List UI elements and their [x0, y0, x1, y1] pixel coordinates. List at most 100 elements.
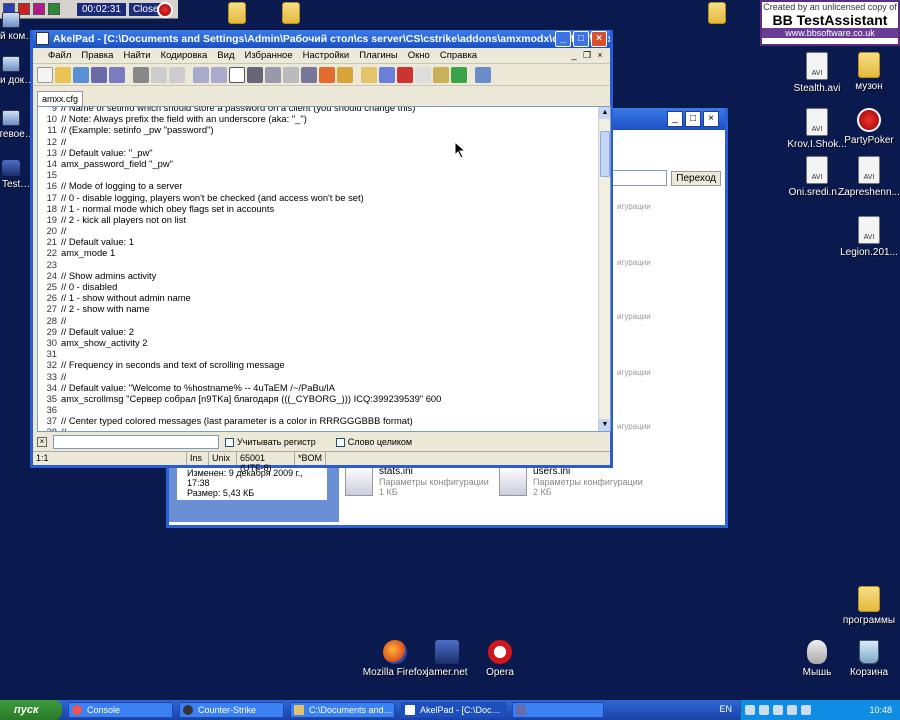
task-akelpad[interactable]: AkelPad - [C:\Docum... — [401, 702, 506, 718]
desktop-icon-legion[interactable]: Legion.201... — [830, 216, 900, 258]
scroll-thumb[interactable] — [600, 131, 610, 177]
menu-plugins[interactable]: Плагины — [354, 50, 403, 61]
line-text: // (Example: setinfo _pw "password") — [61, 124, 214, 136]
task-unnamed[interactable] — [512, 702, 604, 718]
desktop-top-icon-1[interactable] — [150, 2, 180, 21]
task-explorer[interactable]: C:\Documents and Se... — [290, 702, 395, 718]
menu-settings[interactable]: Настройки — [298, 50, 355, 61]
akelpad-titlebar[interactable]: AkelPad - [C:\Documents and Settings\Adm… — [33, 30, 610, 48]
line-text — [57, 404, 61, 415]
hex-view-icon[interactable] — [301, 66, 317, 83]
maximize-icon[interactable]: □ — [685, 111, 701, 127]
save-icon[interactable] — [91, 66, 107, 83]
replace-icon[interactable] — [211, 66, 227, 83]
address-dropdown[interactable] — [607, 170, 668, 186]
menu-find[interactable]: Найти — [118, 50, 155, 61]
tools-icon[interactable] — [319, 66, 335, 83]
tray-icon[interactable] — [787, 705, 797, 715]
word-wrap-icon[interactable] — [229, 66, 245, 83]
task-counter-strike[interactable]: Counter-Strike — [179, 702, 284, 718]
doc-close-icon[interactable]: × — [594, 49, 606, 61]
go-button[interactable]: Переход — [671, 170, 721, 186]
whole-word-option[interactable]: Слово целиком — [335, 437, 412, 448]
undo-icon[interactable] — [151, 66, 167, 83]
tray-icon[interactable] — [759, 705, 769, 715]
checkbox-icon[interactable] — [335, 438, 345, 448]
code-line: 23 — [38, 259, 600, 270]
redo-icon[interactable] — [169, 66, 185, 83]
minimize-icon[interactable]: _ — [555, 31, 571, 47]
menu-edit[interactable]: Правка — [76, 50, 118, 61]
help-icon[interactable] — [415, 66, 431, 83]
menu-help[interactable]: Справка — [435, 50, 482, 61]
file-item-users[interactable]: users.ini Параметры конфигурации 2 КБ — [499, 466, 643, 497]
vertical-scrollbar[interactable]: ▲ ▼ — [598, 107, 610, 431]
tab-amxx-cfg[interactable]: amxx.cfg — [37, 91, 84, 106]
case-icon[interactable] — [265, 66, 281, 83]
avi-file-icon — [806, 108, 828, 136]
line-text: amx_mode 1 — [61, 247, 116, 259]
settings-icon[interactable] — [337, 66, 353, 83]
new-file-icon[interactable] — [37, 66, 53, 83]
plugin-icon[interactable] — [379, 66, 395, 83]
tray-icon[interactable] — [801, 705, 811, 715]
minimize-icon[interactable]: _ — [667, 111, 683, 127]
hex-icon[interactable] — [397, 66, 413, 83]
tray-icon[interactable] — [745, 705, 755, 715]
desktop-icon-muzon[interactable]: музон — [830, 52, 900, 92]
close-icon[interactable]: × — [703, 111, 719, 127]
find-input[interactable] — [53, 435, 219, 449]
save-all-icon[interactable] — [109, 66, 125, 83]
line-number: 31 — [46, 348, 57, 360]
play-icon[interactable] — [48, 3, 60, 15]
indent-icon[interactable] — [283, 66, 299, 83]
line-text: amx_scrollmsg "Сервер собрал [n9TKa] бла… — [61, 392, 442, 404]
doc-restore-icon[interactable]: ❐ — [581, 49, 593, 61]
desktop-top-folder-3[interactable] — [702, 2, 732, 27]
menu-file[interactable]: Файл — [43, 50, 76, 61]
desktop-icon-zapreshenn[interactable]: Zapreshenn... — [830, 156, 900, 198]
doc-minimize-icon[interactable]: _ — [568, 49, 580, 61]
key-icon[interactable] — [475, 66, 491, 83]
sort-icon[interactable] — [247, 66, 263, 83]
desktop-top-folder-2[interactable] — [276, 2, 306, 27]
desktop-icon-programs[interactable]: программы — [830, 586, 900, 626]
partial-file-label: игурации — [617, 312, 651, 321]
match-case-option[interactable]: Учитывать регистр — [225, 437, 316, 448]
code-editor[interactable]: 9 // Name of setinfo which should store a… — [37, 106, 611, 432]
language-indicator[interactable]: EN — [719, 704, 732, 714]
file-item-stats[interactable]: stats.ini Параметры конфигурации 1 КБ — [345, 466, 489, 497]
desktop-icon-recycle-bin[interactable]: Корзина — [830, 640, 900, 678]
line-number: 26 — [46, 292, 57, 304]
counter-strike-icon — [183, 705, 193, 715]
system-tray: 10:48 — [740, 700, 900, 720]
run-icon[interactable] — [451, 66, 467, 83]
menu-view[interactable]: Вид — [212, 50, 239, 61]
find-icon[interactable] — [193, 66, 209, 83]
tray-icon[interactable] — [773, 705, 783, 715]
pencil-icon[interactable] — [433, 66, 449, 83]
task-console[interactable]: Console — [68, 702, 173, 718]
scroll-down-icon[interactable]: ▼ — [599, 419, 610, 431]
console-icon — [72, 705, 82, 715]
favorites-icon[interactable] — [361, 66, 377, 83]
line-text: // Show admins activity — [61, 269, 157, 281]
close-findbar-icon[interactable]: × — [37, 437, 47, 447]
menu-encoding[interactable]: Кодировка — [156, 50, 213, 61]
start-button[interactable]: пуск — [0, 700, 62, 720]
file-type: Параметры конфигурации — [533, 477, 643, 487]
desktop-icon-opera[interactable]: Opera — [461, 640, 539, 678]
banner-line-3: www.bbsoftware.co.uk — [762, 28, 898, 38]
reopen-icon[interactable] — [73, 66, 89, 83]
menu-window[interactable]: Окно — [403, 50, 435, 61]
folder-icon — [294, 705, 304, 715]
close-icon[interactable]: × — [591, 31, 607, 47]
scroll-up-icon[interactable]: ▲ — [599, 107, 610, 119]
open-file-icon[interactable] — [55, 66, 71, 83]
maximize-icon[interactable]: □ — [573, 31, 589, 47]
menu-favorites[interactable]: Избранное — [239, 50, 297, 61]
print-icon[interactable] — [133, 66, 149, 83]
desktop-icon-partypoker[interactable]: PartyPoker — [830, 108, 900, 146]
desktop-top-folder-1[interactable] — [222, 2, 252, 27]
checkbox-icon[interactable] — [225, 438, 234, 448]
